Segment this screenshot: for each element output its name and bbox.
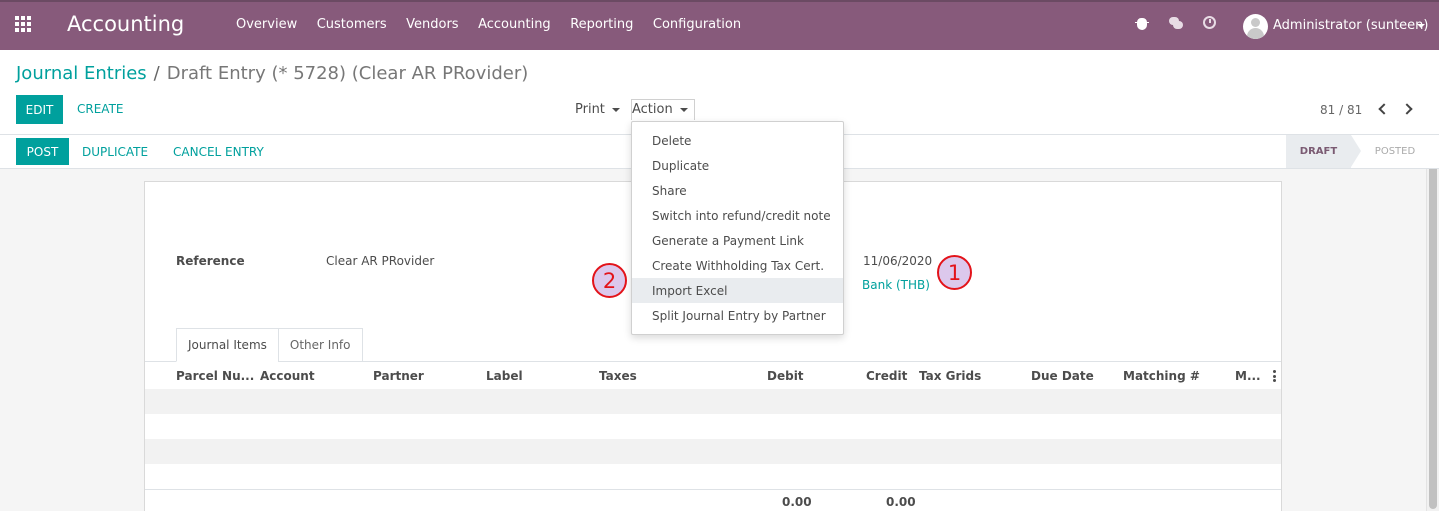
col-label[interactable]: Label xyxy=(486,369,523,383)
pager-value[interactable]: 81 / 81 xyxy=(1320,103,1362,117)
action-split-journal-entry[interactable]: Split Journal Entry by Partner xyxy=(632,303,843,328)
reference-label: Reference xyxy=(176,254,245,268)
pager-previous-icon[interactable] xyxy=(1376,102,1390,116)
main-menu: Overview Customers Vendors Accounting Re… xyxy=(236,17,761,32)
col-credit[interactable]: Credit xyxy=(866,369,907,383)
table-row[interactable] xyxy=(145,414,1281,439)
edit-button[interactable]: EDIT xyxy=(16,95,63,124)
app-title: Accounting xyxy=(67,12,185,36)
create-button[interactable]: CREATE xyxy=(77,102,124,116)
breadcrumb-separator: / xyxy=(153,63,160,84)
col-debit[interactable]: Debit xyxy=(767,369,804,383)
menu-overview[interactable]: Overview xyxy=(236,17,297,32)
chat-icon[interactable] xyxy=(1169,16,1183,30)
col-taxes[interactable]: Taxes xyxy=(599,369,637,383)
systray xyxy=(1135,16,1237,30)
tab-other-info[interactable]: Other Info xyxy=(277,328,363,362)
marker-2: 2 xyxy=(592,263,627,298)
table-footer-divider xyxy=(145,489,1281,490)
menu-configuration[interactable]: Configuration xyxy=(653,17,741,32)
journal-field[interactable]: Bank (THB) xyxy=(862,278,930,292)
cancel-entry-button[interactable]: CANCEL ENTRY xyxy=(173,145,264,159)
breadcrumb-current: Draft Entry (* 5728) (Clear AR PRovider) xyxy=(166,63,529,84)
menu-accounting[interactable]: Accounting xyxy=(478,17,551,32)
duplicate-button[interactable]: DUPLICATE xyxy=(82,145,148,159)
action-import-excel[interactable]: Import Excel xyxy=(632,278,843,303)
user-avatar[interactable] xyxy=(1243,14,1268,39)
action-generate-payment-link[interactable]: Generate a Payment Link xyxy=(632,228,843,253)
col-partner[interactable]: Partner xyxy=(373,369,424,383)
stage-arrow xyxy=(1351,135,1361,167)
total-debit: 0.00 xyxy=(782,495,812,509)
column-options-icon[interactable] xyxy=(1273,370,1276,382)
apps-grid-icon[interactable] xyxy=(15,16,33,34)
date-field[interactable]: 11/06/2020 xyxy=(863,254,932,268)
action-delete[interactable]: Delete xyxy=(632,128,843,153)
tab-journal-items[interactable]: Journal Items xyxy=(176,328,279,362)
post-button[interactable]: POST xyxy=(16,138,69,165)
stage-draft[interactable]: DRAFT xyxy=(1286,135,1351,168)
bug-icon[interactable] xyxy=(1135,16,1149,30)
action-dropdown[interactable]: Action xyxy=(632,102,688,117)
table-row[interactable] xyxy=(145,389,1281,414)
menu-customers[interactable]: Customers xyxy=(317,17,387,32)
col-parcel-number[interactable]: Parcel Nu... xyxy=(176,369,254,383)
print-dropdown[interactable]: Print xyxy=(575,102,620,117)
col-due-date[interactable]: Due Date xyxy=(1031,369,1094,383)
menu-vendors[interactable]: Vendors xyxy=(406,17,458,32)
action-label: Action xyxy=(632,102,673,117)
pager-next-icon[interactable] xyxy=(1401,102,1416,116)
user-menu[interactable]: Administrator (sunteen) xyxy=(1273,18,1428,33)
print-label: Print xyxy=(575,102,605,117)
table-row[interactable] xyxy=(145,464,1281,489)
print-caret-icon xyxy=(611,107,620,112)
table-header: Parcel Nu... Account Partner Label Taxes… xyxy=(145,362,1281,389)
breadcrumb: Journal Entries / Draft Entry (* 5728) (… xyxy=(16,63,528,84)
action-share[interactable]: Share xyxy=(632,178,843,203)
marker-1: 1 xyxy=(937,255,972,290)
scrollbar-thumb[interactable] xyxy=(1429,149,1437,509)
reference-field[interactable]: Clear AR PRovider xyxy=(326,254,434,268)
total-credit: 0.00 xyxy=(886,495,916,509)
action-caret-icon xyxy=(679,107,688,112)
action-switch-refund[interactable]: Switch into refund/credit note xyxy=(632,203,843,228)
col-more[interactable]: M... xyxy=(1235,369,1261,383)
action-duplicate[interactable]: Duplicate xyxy=(632,153,843,178)
top-navbar: Accounting Overview Customers Vendors Ac… xyxy=(0,0,1439,50)
breadcrumb-journal-entries[interactable]: Journal Entries xyxy=(16,63,147,84)
scrollbar[interactable] xyxy=(1426,134,1439,511)
action-menu: Delete Duplicate Share Switch into refun… xyxy=(631,121,844,335)
table-row[interactable] xyxy=(145,439,1281,464)
notebook-tabs: Journal Items Other Info xyxy=(176,328,363,362)
menu-reporting[interactable]: Reporting xyxy=(570,17,633,32)
clock-icon[interactable] xyxy=(1203,16,1217,30)
user-caret-icon[interactable] xyxy=(1417,24,1425,28)
col-matching[interactable]: Matching # xyxy=(1123,369,1200,383)
col-tax-grids[interactable]: Tax Grids xyxy=(919,369,981,383)
action-create-withholding-tax[interactable]: Create Withholding Tax Cert. xyxy=(632,253,843,278)
stage-posted[interactable]: POSTED xyxy=(1364,135,1426,168)
col-account[interactable]: Account xyxy=(260,369,315,383)
